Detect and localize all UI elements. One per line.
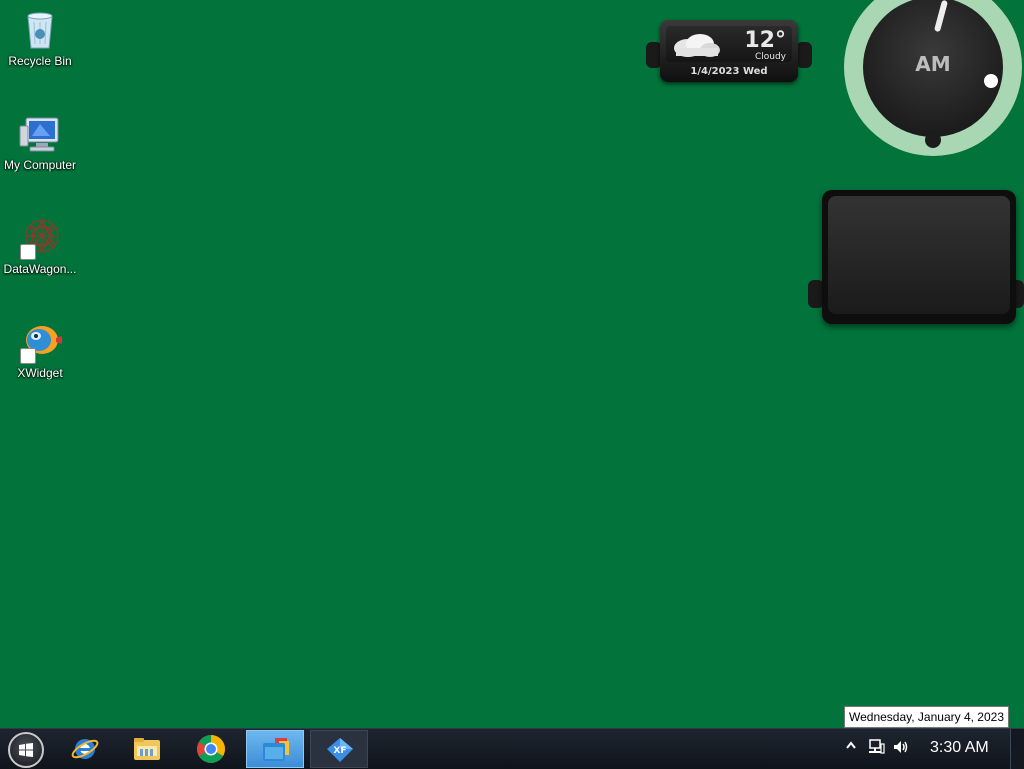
desktop-icon-xwidget[interactable]: XWidget	[0, 320, 80, 380]
xwidget-manager-icon	[263, 738, 289, 761]
windows-logo-icon	[19, 743, 33, 757]
desktop-icon-label: XWidget	[17, 366, 63, 380]
weather-date: 1/4/2023 Wed	[690, 66, 768, 77]
clock-widget[interactable]: AM	[844, 0, 1022, 156]
clock-ampm: AM	[915, 52, 951, 76]
start-button[interactable]	[8, 732, 44, 768]
taskbar: XF 3:30 AM	[0, 728, 1024, 769]
desktop-icon-label: Recycle Bin	[8, 54, 72, 68]
taskbar-clock[interactable]: 3:30 AM	[930, 739, 989, 757]
network-icon[interactable]	[868, 739, 886, 759]
computer-icon	[18, 112, 62, 156]
desktop-icon-my-computer[interactable]: My Computer	[0, 112, 80, 172]
weather-condition: Cloudy	[754, 52, 786, 62]
shortcut-arrow-icon	[20, 348, 36, 364]
taskbar-file-explorer[interactable]	[118, 730, 176, 768]
show-desktop-button[interactable]	[1010, 729, 1024, 769]
clock-pin	[925, 132, 941, 148]
desktop-icon-recycle-bin[interactable]: Recycle Bin	[0, 8, 80, 68]
xwidget-icon	[18, 320, 62, 364]
weather-body: 12° Cloudy 1/4/2023 Wed	[660, 20, 798, 82]
taskbar-xwidget-designer[interactable]: XF	[310, 730, 368, 768]
panel-body	[822, 190, 1016, 324]
internet-explorer-icon	[71, 739, 99, 759]
taskbar-xwidget-manager[interactable]	[246, 730, 304, 768]
volume-icon[interactable]	[892, 739, 910, 759]
weather-knob-right	[796, 42, 812, 68]
cloud-icon	[674, 34, 720, 57]
panel-screen	[828, 196, 1010, 314]
chrome-icon	[197, 735, 225, 763]
taskbar-chrome[interactable]	[182, 730, 240, 768]
shortcut-arrow-icon	[20, 244, 36, 260]
weather-widget[interactable]: 12° Cloudy 1/4/2023 Wed	[646, 20, 812, 86]
clock-hour-marker	[984, 74, 998, 88]
taskbar-internet-explorer[interactable]	[56, 730, 114, 768]
desktop-icon-label: My Computer	[3, 158, 77, 172]
show-hidden-icons-chevron-up-icon[interactable]	[846, 739, 856, 757]
date-tooltip: Wednesday, January 4, 2023	[844, 706, 1009, 728]
weather-screen: 12° Cloudy	[666, 26, 792, 62]
desktop-icon-datawagon[interactable]: DataWagon...	[0, 216, 80, 276]
recycle-bin-icon	[18, 8, 62, 52]
datawagon-icon	[18, 216, 62, 260]
file-explorer-icon	[134, 738, 160, 760]
xwidget-designer-icon: XF	[327, 738, 353, 762]
weather-temperature: 12°	[744, 28, 786, 53]
gadget-panel[interactable]	[808, 190, 1024, 326]
desktop-icon-label: DataWagon...	[3, 262, 77, 276]
svg-text:XF: XF	[333, 746, 346, 756]
